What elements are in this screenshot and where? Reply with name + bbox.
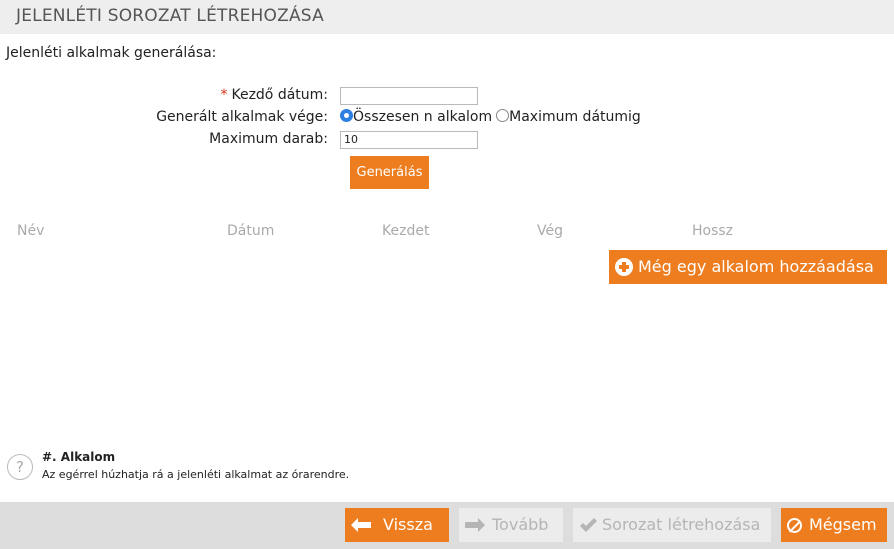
back-button[interactable]: Vissza — [345, 508, 449, 542]
max-count-row: Maximum darab: — [68, 131, 328, 151]
start-date-label: * Kezdő dátum: — [68, 87, 328, 103]
end-mode-radio-group: Összesen n alkalom Maximum dátumig — [340, 109, 641, 125]
create-series-label: Sorozat létrehozása — [602, 515, 761, 534]
radio-total-count[interactable] — [340, 109, 353, 122]
add-occurrence-label: Még egy alkalom hozzáadása — [638, 257, 874, 276]
add-occurrence-button[interactable]: Még egy alkalom hozzáadása — [609, 250, 887, 284]
arrow-left-icon — [351, 518, 371, 532]
create-series-button[interactable]: Sorozat létrehozása — [573, 508, 771, 542]
max-count-label: Maximum darab: — [209, 131, 328, 147]
next-button[interactable]: Tovább — [459, 508, 563, 542]
radio-max-date[interactable] — [496, 109, 510, 122]
back-label: Vissza — [383, 515, 433, 534]
column-header-name: Név — [17, 223, 45, 239]
plus-circle-icon — [615, 258, 633, 276]
column-header-date: Dátum — [227, 223, 275, 239]
page-title: JELENLÉTI SOROZAT LÉTREHOZÁSA — [16, 6, 324, 26]
start-date-label-text: Kezdő dátum: — [231, 87, 328, 103]
help-text: Az egérrel húzhatja rá a jelenléti alkal… — [42, 468, 350, 481]
column-header-end: Vég — [537, 223, 563, 239]
next-label: Tovább — [492, 515, 549, 534]
column-header-start: Kezdet — [382, 223, 430, 239]
check-icon — [580, 518, 597, 532]
end-mode-row: Generált alkalmak vége: — [68, 109, 328, 129]
column-header-length: Hossz — [692, 223, 734, 239]
question-icon: ? — [7, 454, 33, 480]
radio-max-date-label[interactable]: Maximum dátumig — [509, 109, 641, 125]
radio-total-count-label[interactable]: Összesen n alkalom — [353, 109, 492, 125]
arrow-right-icon — [465, 518, 485, 532]
max-count-input[interactable]: 10 — [340, 131, 478, 149]
cancel-label: Mégsem — [809, 515, 877, 534]
end-mode-label: Generált alkalmak vége: — [156, 109, 328, 125]
title-bar: JELENLÉTI SOROZAT LÉTREHOZÁSA — [0, 0, 894, 34]
cancel-button[interactable]: Mégsem — [781, 508, 887, 542]
help-title: #. Alkalom — [42, 450, 116, 464]
generate-button[interactable]: Generálás — [350, 156, 429, 189]
section-label: Jelenléti alkalmak generálása: — [6, 45, 217, 61]
required-marker: * — [220, 87, 228, 103]
ban-icon — [787, 518, 802, 533]
start-date-input[interactable] — [340, 87, 478, 105]
